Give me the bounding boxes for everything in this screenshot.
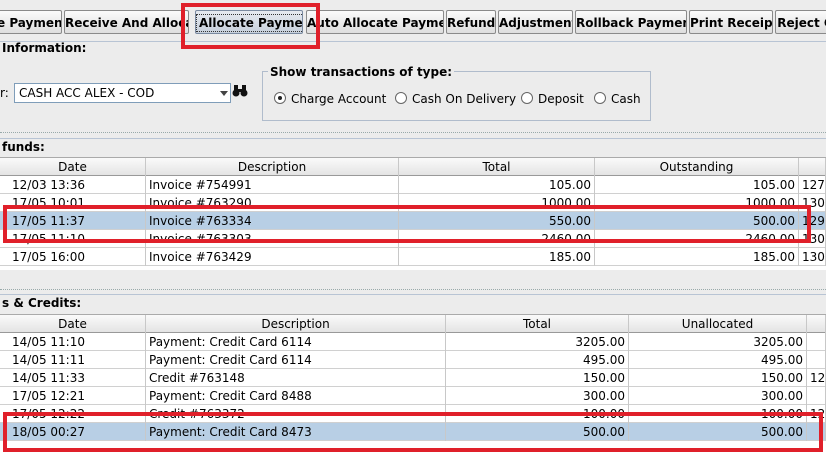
credits-section-title: s & Credits: [2,296,82,310]
column-header-extra[interactable] [799,158,826,176]
toolbar: e Payment Receive And Allocate Allocate … [0,0,826,40]
radio-deposit[interactable]: Deposit [521,92,584,106]
make-payment-button[interactable]: e Payment [0,10,62,34]
account-combobox[interactable]: CASH ACC ALEX - COD [14,83,231,103]
table-row[interactable]: 17/05 12:22 Credit #763372 100.00 100.00… [0,405,826,423]
radio-unselected-icon[interactable] [521,92,533,104]
radio-cash-on-delivery[interactable]: Cash On Delivery [395,92,516,106]
column-header-unallocated[interactable]: Unallocated [629,315,807,333]
column-header-outstanding[interactable]: Outstanding [595,158,799,176]
radio-charge-account[interactable]: Charge Account [274,92,386,106]
table-row[interactable]: 14/05 11:11 Payment: Credit Card 6114 49… [0,351,826,369]
receive-and-allocate-button[interactable]: Receive And Allocate [64,10,189,34]
refunds-title-line [0,138,826,139]
info-separator [0,41,826,42]
column-header-extra[interactable] [807,315,826,333]
refunds-section-title: funds: [2,140,45,154]
info-section-title: Information: [2,41,87,55]
column-header-date[interactable]: Date [0,158,146,176]
radio-selected-icon[interactable] [274,92,286,104]
table-row[interactable]: 17/05 12:21 Payment: Credit Card 8488 30… [0,387,826,405]
credits-table: Date Description Total Unallocated 14/05… [0,314,826,467]
rollback-payment-button[interactable]: Rollback Payment [575,10,687,34]
column-header-description[interactable]: Description [146,315,446,333]
table-row[interactable]: 17/05 10:01 Invoice #763290 1000.00 1000… [0,194,826,212]
auto-allocate-payment-button[interactable]: Auto Allocate Payment [306,10,444,34]
radio-cash[interactable]: Cash [594,92,641,106]
radio-unselected-icon[interactable] [395,92,407,104]
allocate-payment-button[interactable]: Allocate Payment [195,10,303,34]
chevron-down-icon[interactable] [220,91,228,96]
refund-button[interactable]: Refund [446,10,496,34]
refunds-separator [0,132,826,133]
invoices-table-header: Date Description Total Outstanding [0,158,826,176]
credits-separator [0,289,826,290]
account-label: r: [0,86,9,100]
column-header-total[interactable]: Total [446,315,629,333]
binoculars-icon[interactable] [232,84,248,102]
table-row[interactable]: 12/03 13:36 Invoice #754991 105.00 105.0… [0,176,826,194]
transaction-type-legend: Show transactions of type: [268,65,455,79]
column-header-total[interactable]: Total [399,158,595,176]
invoices-table: Date Description Total Outstanding 12/03… [0,157,826,270]
column-header-description[interactable]: Description [146,158,399,176]
adjustment-button[interactable]: Adjustment [498,10,573,34]
table-row-selected[interactable]: 18/05 00:27 Payment: Credit Card 8473 50… [0,423,826,441]
table-row[interactable]: 17/05 11:10 Invoice #763303 2460.00 2460… [0,230,826,248]
table-row[interactable]: 14/05 11:33 Credit #763148 150.00 150.00… [0,369,826,387]
account-combobox-value: CASH ACC ALEX - COD [19,86,155,100]
column-header-date[interactable]: Date [0,315,146,333]
table-row[interactable]: 14/05 11:10 Payment: Credit Card 6114 32… [0,333,826,351]
radio-unselected-icon[interactable] [594,92,606,104]
credits-table-header: Date Description Total Unallocated [0,315,826,333]
reject-button[interactable]: Reject C [775,10,826,34]
table-row-selected[interactable]: 17/05 11:37 Invoice #763334 550.00 500.0… [0,212,826,230]
print-receipt-button[interactable]: Print Receipt [689,10,773,34]
credits-title-line [0,294,826,295]
table-row[interactable]: 17/05 16:00 Invoice #763429 185.00 185.0… [0,248,826,266]
